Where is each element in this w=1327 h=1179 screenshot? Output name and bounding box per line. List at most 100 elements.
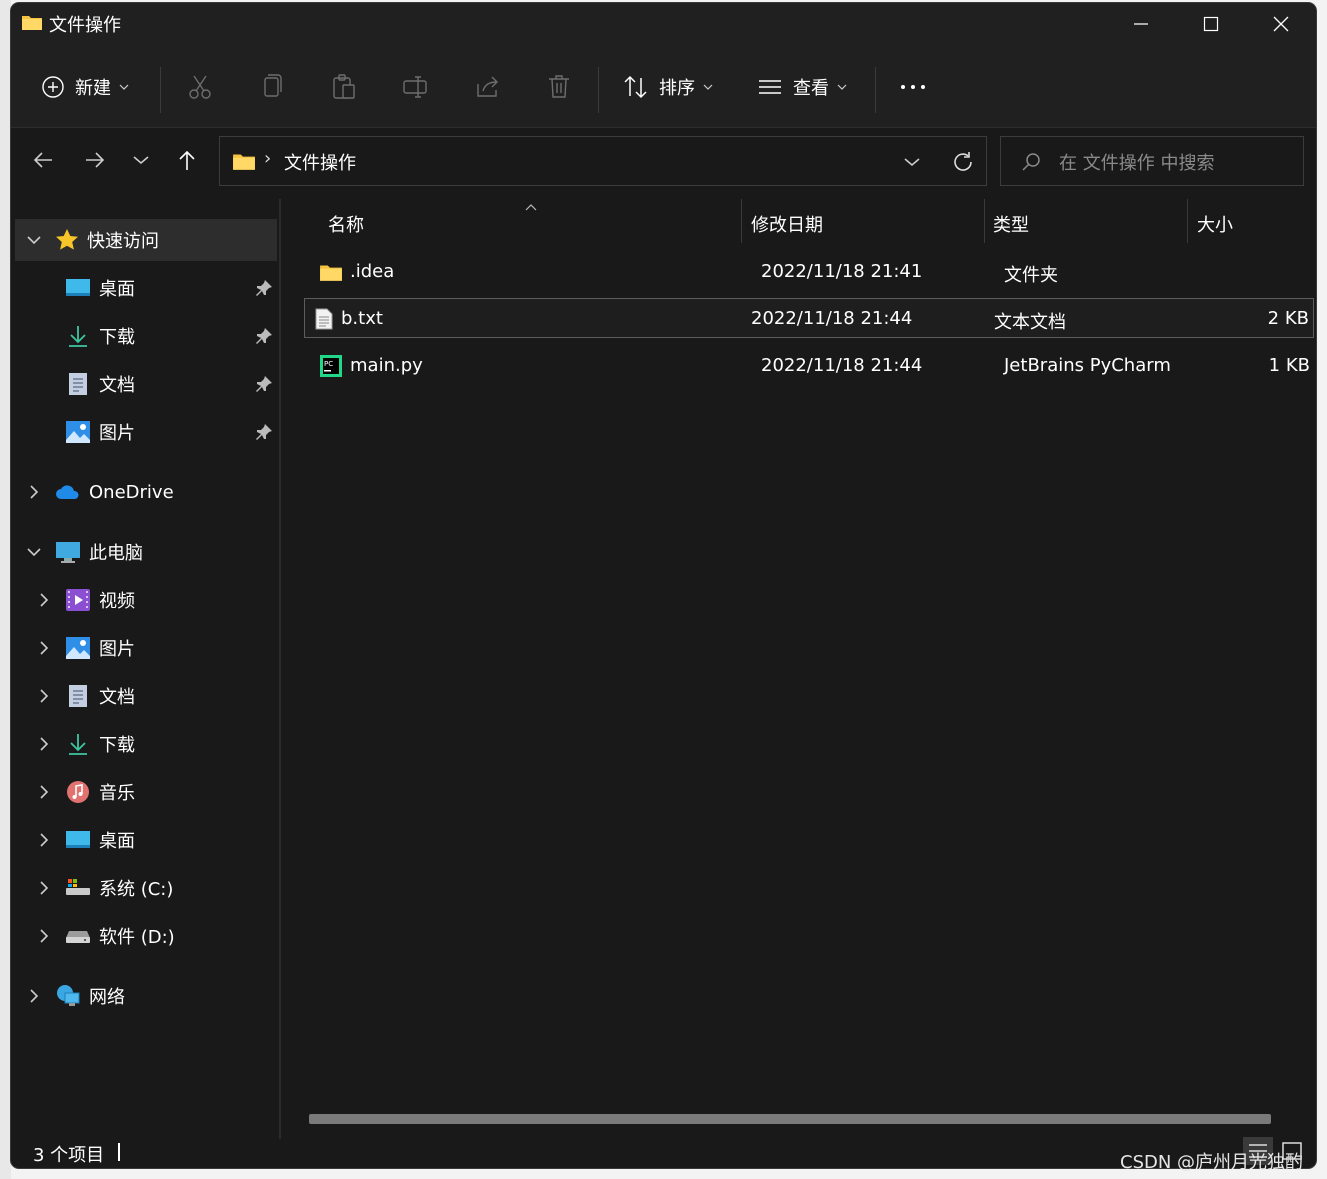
sidebar-item-desktop[interactable]: 桌面: [15, 267, 277, 309]
chevron-down-icon[interactable]: [904, 157, 920, 167]
sidebar-item-pictures[interactable]: 图片: [15, 411, 277, 453]
music-icon: [67, 781, 89, 803]
file-modified: 2022/11/18 21:44: [761, 355, 923, 376]
column-header-type[interactable]: 类型: [993, 211, 1029, 237]
status-divider: [118, 1143, 120, 1161]
sidebar-label: 桌面: [99, 279, 135, 300]
chevron-right-icon[interactable]: [39, 833, 49, 847]
chevron-right-icon[interactable]: [39, 881, 49, 895]
sidebar-item-videos[interactable]: 视频: [15, 579, 277, 621]
sort-button[interactable]: 排序: [623, 67, 713, 107]
video-icon: [66, 589, 90, 611]
pin-icon[interactable]: [255, 375, 273, 393]
paste-button[interactable]: [331, 67, 357, 107]
minimize-button[interactable]: [1106, 3, 1176, 45]
chevron-right-icon[interactable]: [39, 593, 49, 607]
chevron-down-icon[interactable]: [27, 235, 41, 245]
column-divider[interactable]: [741, 199, 742, 243]
column-header-name[interactable]: 名称: [328, 211, 364, 237]
pycharm-icon: PC: [320, 355, 342, 377]
sidebar-item-music[interactable]: 音乐: [15, 771, 277, 813]
sidebar-quick-access[interactable]: 快速访问: [15, 219, 277, 261]
sidebar-item-pictures-pc[interactable]: 图片: [15, 627, 277, 669]
chevron-right-icon[interactable]: [29, 989, 39, 1003]
chevron-right-icon[interactable]: [39, 641, 49, 655]
column-divider[interactable]: [984, 199, 985, 243]
close-button[interactable]: [1246, 3, 1316, 45]
sidebar-item-drive-c[interactable]: 系统 (C:): [15, 867, 277, 909]
chevron-right-icon[interactable]: [39, 785, 49, 799]
computer-icon: [56, 542, 80, 563]
chevron-right-icon[interactable]: [39, 689, 49, 703]
chevron-right-icon[interactable]: [39, 929, 49, 943]
pin-icon[interactable]: [255, 423, 273, 441]
minimize-icon: [1134, 23, 1148, 25]
forward-button[interactable]: [77, 142, 113, 178]
picture-icon: [66, 637, 90, 659]
up-button[interactable]: [169, 142, 205, 178]
refresh-icon[interactable]: [952, 151, 974, 173]
folder-icon: [21, 13, 43, 35]
document-icon: [69, 685, 87, 707]
toolbar-divider: [875, 67, 876, 113]
delete-button[interactable]: [547, 67, 573, 107]
recent-locations-button[interactable]: [123, 142, 159, 178]
sidebar-item-drive-d[interactable]: 软件 (D:): [15, 915, 277, 957]
sidebar-label: 桌面: [99, 831, 135, 852]
share-button[interactable]: [475, 67, 501, 107]
breadcrumb-current[interactable]: 文件操作: [284, 149, 356, 175]
view-lines-icon: [759, 80, 781, 94]
sidebar-item-downloads-pc[interactable]: 下载: [15, 723, 277, 765]
folder-icon: [320, 265, 342, 281]
horizontal-scrollbar[interactable]: [309, 1114, 1271, 1124]
document-icon: [69, 373, 87, 395]
sidebar-onedrive[interactable]: OneDrive: [15, 471, 277, 513]
sidebar-label: 此电脑: [89, 543, 143, 564]
file-explorer-window: 文件操作 新建 排序 查看 › 文件操作 在 文件操作 中搜索 快速访问 桌面 …: [11, 3, 1316, 1168]
new-button[interactable]: 新建: [41, 67, 129, 107]
file-size: 1 KB: [1268, 355, 1310, 376]
column-header-size[interactable]: 大小: [1197, 211, 1233, 237]
chevron-down-icon: [703, 84, 713, 90]
title-bar: 文件操作: [11, 3, 1316, 45]
watermark: CSDN @庐州月光独酌: [1120, 1152, 1304, 1173]
sidebar-item-documents[interactable]: 文档: [15, 363, 277, 405]
view-button[interactable]: 查看: [757, 67, 847, 107]
address-bar[interactable]: › 文件操作: [219, 136, 987, 186]
cut-button[interactable]: [187, 67, 213, 107]
more-options-button[interactable]: [899, 67, 927, 107]
sidebar-item-documents-pc[interactable]: 文档: [15, 675, 277, 717]
chevron-down-icon: [133, 156, 149, 165]
sort-label: 排序: [659, 78, 695, 99]
file-row[interactable]: .idea 2022/11/18 21:41 文件夹: [304, 252, 1314, 292]
sidebar-network[interactable]: 网络: [15, 975, 277, 1017]
desktop-icon: [66, 831, 90, 848]
pin-icon[interactable]: [255, 279, 273, 297]
file-name: b.txt: [341, 308, 383, 329]
column-header-modified[interactable]: 修改日期: [751, 211, 823, 237]
search-box[interactable]: 在 文件操作 中搜索: [1000, 136, 1304, 186]
chevron-down-icon[interactable]: [27, 547, 41, 557]
sidebar-label: OneDrive: [89, 481, 174, 503]
file-type: 文件夹: [1004, 265, 1058, 286]
sidebar-item-desktop-pc[interactable]: 桌面: [15, 819, 277, 861]
sidebar-this-pc[interactable]: 此电脑: [15, 531, 277, 573]
sort-ascending-icon: [525, 204, 537, 211]
copy-icon: [264, 74, 282, 97]
rename-button[interactable]: [403, 67, 429, 107]
back-button[interactable]: [25, 142, 61, 178]
file-row[interactable]: b.txt 2022/11/18 21:44 文本文档 2 KB: [304, 298, 1314, 338]
column-divider[interactable]: [1187, 199, 1188, 243]
sidebar-item-downloads[interactable]: 下载: [15, 315, 277, 357]
chevron-right-icon[interactable]: [29, 485, 39, 499]
sidebar-label: 文档: [99, 687, 135, 708]
file-name: .idea: [350, 261, 395, 282]
copy-button[interactable]: [259, 67, 285, 107]
file-row[interactable]: PC main.py 2022/11/18 21:44 JetBrains Py…: [304, 346, 1314, 386]
arrow-right-icon: [86, 152, 105, 168]
breadcrumb-separator: ›: [264, 148, 272, 169]
maximize-button[interactable]: [1176, 3, 1246, 45]
file-name: main.py: [350, 355, 423, 376]
chevron-right-icon[interactable]: [39, 737, 49, 751]
pin-icon[interactable]: [255, 327, 273, 345]
